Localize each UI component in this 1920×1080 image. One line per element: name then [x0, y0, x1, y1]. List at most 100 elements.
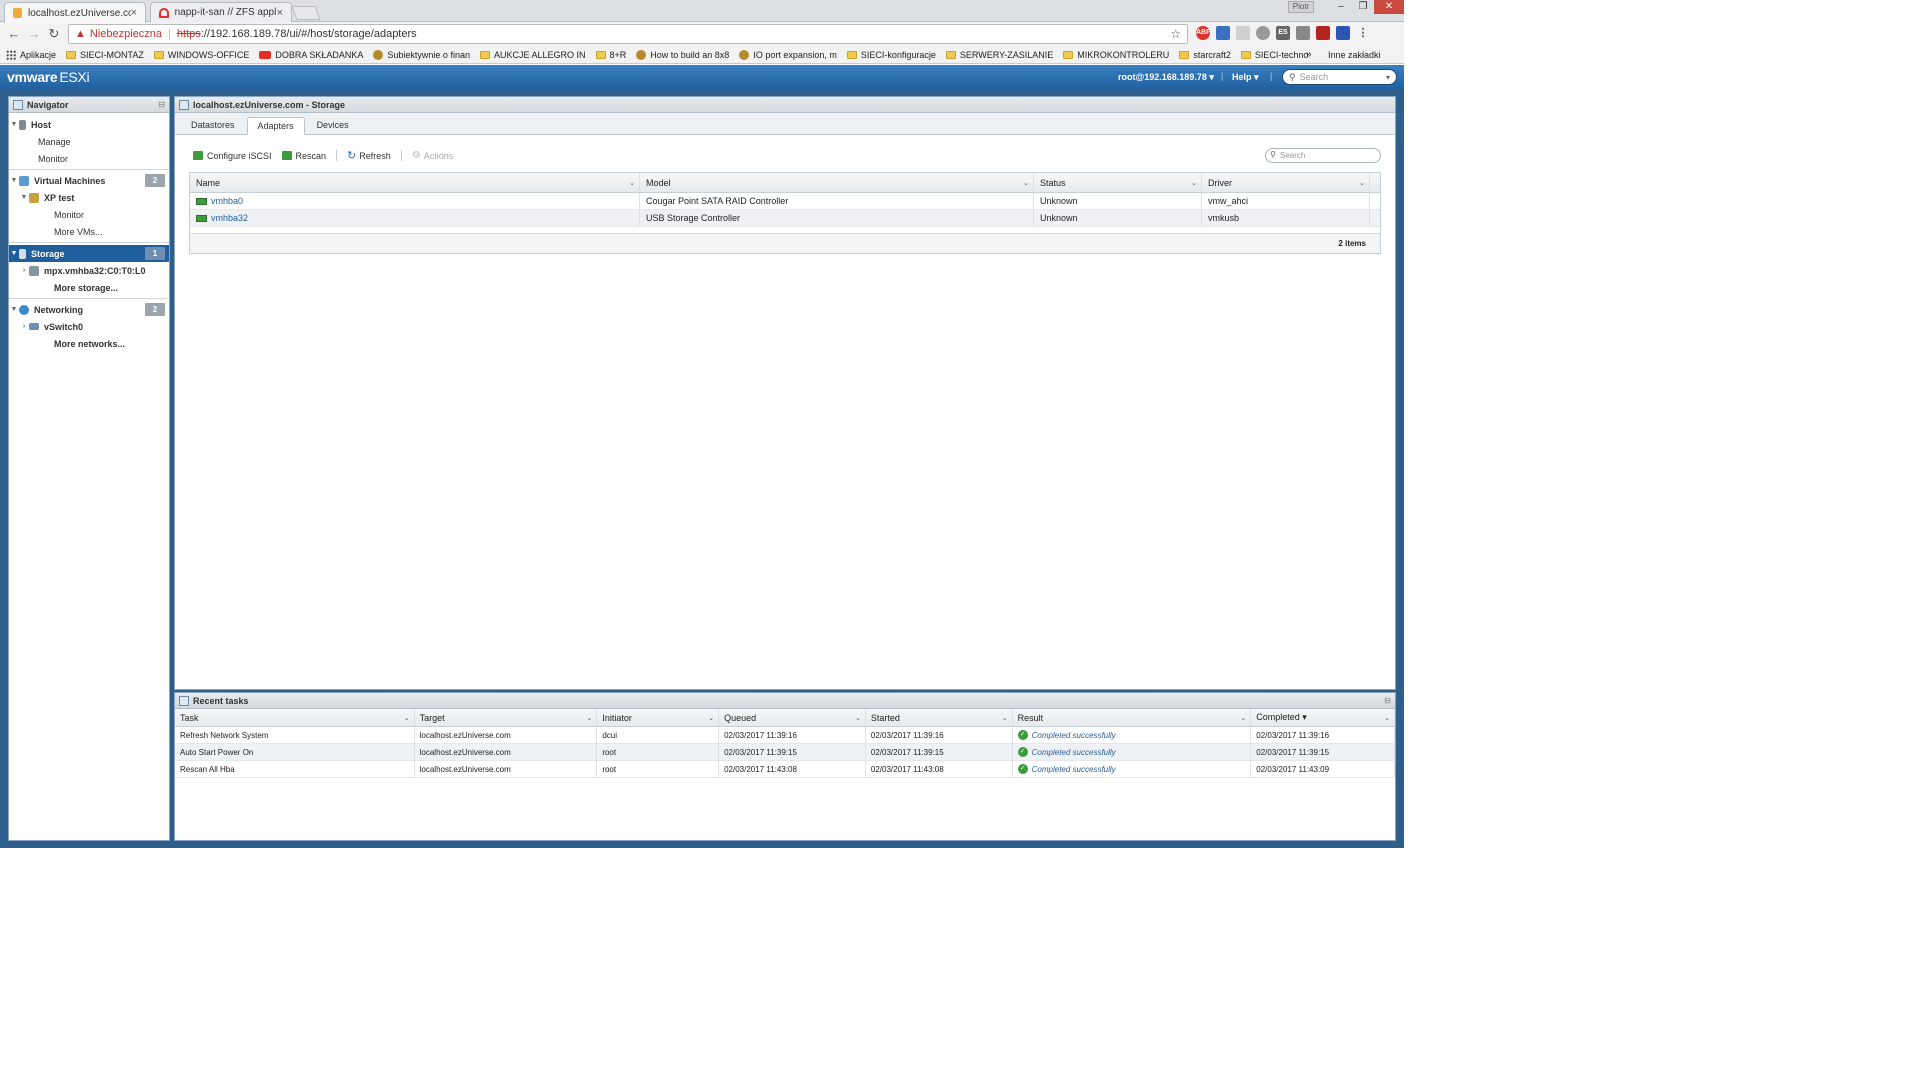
chevron-down-icon[interactable]: ⌄ [404, 714, 410, 722]
back-icon[interactable]: ← [6, 26, 22, 42]
bookmark-item[interactable]: 8+R [595, 50, 626, 60]
table-row[interactable]: Refresh Network System localhost.ezUnive… [175, 727, 1396, 744]
nav-item-virtual-machines[interactable]: ▼ Virtual Machines 2 [9, 172, 169, 189]
chevron-down-icon[interactable]: ⌄ [1002, 714, 1008, 722]
nav-item-vm-monitor[interactable]: Monitor [9, 206, 169, 223]
tab-datastores[interactable]: Datastores [181, 116, 245, 134]
column-header-name[interactable]: Name ⌄ [190, 173, 640, 192]
column-header-started[interactable]: Started ⌄ [866, 709, 1013, 726]
profile-icon[interactable]: Piotr [1288, 1, 1314, 13]
bookmark-item[interactable]: SERWERY-ZASILANIE [945, 50, 1053, 60]
extension-icon[interactable] [1256, 26, 1270, 40]
chevron-down-icon[interactable]: ⌄ [586, 714, 592, 722]
adapter-name-link[interactable]: vmhba0 [211, 196, 243, 206]
user-menu[interactable]: root@192.168.189.78 ▾ [1118, 72, 1214, 83]
bookmark-item[interactable]: AUKCJE ALLEGRO IN [479, 50, 586, 60]
chevron-down-icon[interactable]: ⌄ [855, 714, 861, 722]
minimize-icon[interactable]: – [1330, 0, 1352, 14]
other-bookmarks[interactable]: Inne zakładki [1328, 46, 1381, 63]
tab-devices[interactable]: Devices [307, 116, 359, 134]
chevron-down-icon[interactable]: ▾ [1386, 73, 1390, 82]
bookmark-item[interactable]: IO port expansion, m [739, 49, 837, 60]
bookmarks-overflow-button[interactable]: » [1306, 49, 1312, 60]
configure-iscsi-button[interactable]: Configure iSCSI [193, 151, 272, 161]
close-icon[interactable]: × [277, 7, 283, 19]
menu-icon[interactable]: ⋮ [1356, 26, 1370, 40]
adapters-search-input[interactable]: ⚲ Search [1265, 148, 1381, 163]
nav-item-manage[interactable]: Manage [9, 133, 169, 150]
expand-arrow-icon[interactable]: › [19, 323, 29, 330]
column-header-model[interactable]: Model ⌄ [640, 173, 1034, 192]
bookmark-item[interactable]: SIECI-konfiguracje [846, 50, 936, 60]
column-header-status[interactable]: Status ⌄ [1034, 173, 1202, 192]
shield-icon[interactable] [1316, 26, 1330, 40]
nav-item-more-vms[interactable]: More VMs... [9, 223, 169, 240]
adblock-icon[interactable]: ABP [1196, 26, 1211, 40]
column-header-queued[interactable]: Queued ⌄ [719, 709, 866, 726]
nav-item-storage[interactable]: ▼ Storage 1 [9, 245, 169, 262]
expand-arrow-icon[interactable]: ▼ [19, 194, 29, 201]
column-header-result[interactable]: Result ⌄ [1013, 709, 1252, 726]
bookmark-item[interactable]: starcraft2 [1179, 50, 1231, 60]
nav-item-xp-test[interactable]: ▼ XP test [9, 189, 169, 206]
new-tab-button[interactable] [291, 6, 321, 20]
table-row[interactable]: vmhba0 Cougar Point SATA RAID Controller… [190, 193, 1380, 210]
bookmark-item[interactable]: Subiektywnie o finan [373, 49, 470, 60]
expand-arrow-icon[interactable]: ▼ [9, 250, 19, 257]
column-header-completed[interactable]: Completed ▾ ⌄ [1251, 709, 1396, 726]
bookmark-item[interactable]: How to build an 8x8 [636, 49, 729, 60]
chevron-down-icon[interactable]: ⌄ [1023, 179, 1029, 187]
rescan-button[interactable]: Rescan [281, 151, 326, 161]
chevron-down-icon[interactable]: ⌄ [1240, 714, 1246, 722]
collapse-icon[interactable]: ⊟ [158, 100, 165, 109]
address-bar[interactable]: ▲ Niebezpieczna | https ://192.168.189.7… [68, 24, 1188, 44]
nav-item-more-networks[interactable]: More networks... [9, 335, 169, 352]
expand-arrow-icon[interactable]: ▼ [9, 177, 19, 184]
reload-icon[interactable]: ↻ [46, 26, 62, 42]
chevron-down-icon[interactable]: ⌄ [1384, 714, 1390, 722]
nav-item-host[interactable]: ▼ Host [9, 116, 169, 133]
restore-icon[interactable]: ❐ [1352, 0, 1374, 14]
rss-icon[interactable] [1296, 26, 1310, 40]
help-menu[interactable]: Help ▾ [1232, 72, 1259, 83]
forward-icon[interactable]: → [26, 26, 42, 42]
column-header-initiator[interactable]: Initiator ⌄ [597, 709, 720, 726]
expand-arrow-icon[interactable]: › [19, 267, 29, 274]
collapse-icon[interactable]: ⊟ [1384, 696, 1391, 705]
expand-arrow-icon[interactable]: ▼ [9, 306, 19, 313]
nav-item-networking[interactable]: ▼ Networking 2 [9, 301, 169, 318]
global-search-input[interactable]: ⚲ Search ▾ [1282, 69, 1397, 85]
close-icon[interactable]: × [131, 7, 137, 19]
browser-tab-esxi[interactable]: localhost.ezUniverse.com × [4, 2, 146, 23]
nav-item-vswitch0[interactable]: › vSwitch0 [9, 318, 169, 335]
window-close-icon[interactable]: ✕ [1374, 0, 1404, 14]
column-header-task[interactable]: Task ⌄ [175, 709, 415, 726]
table-row[interactable]: Auto Start Power On localhost.ezUniverse… [175, 744, 1396, 761]
table-row[interactable]: vmhba32 USB Storage Controller Unknown v… [190, 210, 1380, 227]
actions-button[interactable]: ⚙ Actions [412, 150, 453, 161]
bookmark-item[interactable]: SIECI-MONTAZ [66, 50, 144, 60]
chevron-down-icon[interactable]: ⌄ [629, 179, 635, 187]
browser-tab-napp-it[interactable]: napp-it-san // ZFS applic × [150, 2, 292, 22]
table-row[interactable]: Rescan All Hba localhost.ezUniverse.com … [175, 761, 1396, 778]
chevron-down-icon[interactable]: ⌄ [1359, 179, 1365, 187]
cell-name[interactable]: vmhba0 [190, 193, 640, 209]
expand-arrow-icon[interactable]: ▼ [9, 121, 19, 128]
bookmark-item[interactable]: MIKROKONTROLERU [1063, 50, 1169, 60]
bookmark-star-icon[interactable]: ☆ [1170, 27, 1181, 41]
column-header-driver[interactable]: Driver ⌄ [1202, 173, 1370, 192]
nav-item-datastore[interactable]: › mpx.vmhba32:C0:T0:L0 [9, 262, 169, 279]
extension-icon[interactable] [1236, 26, 1250, 40]
chevron-down-icon[interactable]: ⌄ [1191, 179, 1197, 187]
bookmark-item[interactable]: Aplikacje [6, 49, 56, 60]
bookmark-item[interactable]: WINDOWS-OFFICE [153, 50, 249, 60]
nav-item-more-storage[interactable]: More storage... [9, 279, 169, 296]
nav-item-monitor[interactable]: Monitor [9, 150, 169, 167]
bookmark-item[interactable]: SIECI-techno [1240, 50, 1308, 60]
refresh-button[interactable]: ↻ Refresh [347, 149, 391, 162]
tab-adapters[interactable]: Adapters [246, 117, 305, 135]
cell-name[interactable]: vmhba32 [190, 210, 640, 226]
extension-icon[interactable] [1216, 26, 1230, 40]
extension-icon[interactable] [1336, 26, 1350, 40]
bookmark-item[interactable]: DOBRA SKŁADANKA [259, 50, 363, 60]
